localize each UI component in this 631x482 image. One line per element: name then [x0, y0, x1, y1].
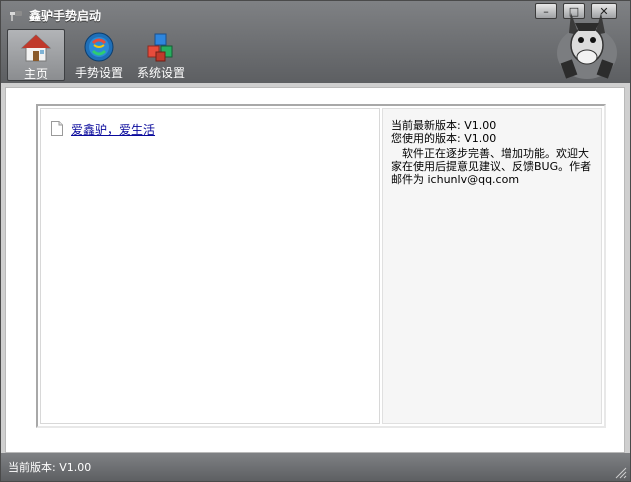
home-panel: 爱鑫驴，爱生活 当前最新版本: V1.00 您使用的版本: V1.00 软件正在…: [36, 104, 606, 428]
link-list: 爱鑫驴，爱生活: [40, 108, 380, 424]
mascot-donkey-icon: [557, 13, 617, 79]
latest-version-text: 当前最新版本: V1.00: [391, 119, 497, 132]
app-window: 鑫驴手势启动 – □ ✕ 主页 手势设置 系统设置 爱鑫驴，爱生活 当前最新版本…: [0, 0, 631, 482]
description-text: 软件正在逐步完善、增加功能。欢迎大家在使用后提意见建议、反馈BUG。作者邮件为 …: [391, 147, 592, 186]
home-icon: [20, 34, 52, 62]
app-logo-icon: [10, 11, 22, 21]
version-info: 当前最新版本: V1.00 您使用的版本: V1.00 软件正在逐步完善、增加功…: [382, 108, 602, 424]
status-bar: 当前版本: V1.00: [1, 453, 630, 481]
current-version-text: 您使用的版本: V1.00: [391, 132, 497, 145]
content-frame: 爱鑫驴，爱生活 当前最新版本: V1.00 您使用的版本: V1.00 软件正在…: [5, 87, 625, 453]
status-version-text: 当前版本: V1.00: [8, 461, 92, 474]
tab-home[interactable]: 主页: [7, 29, 65, 81]
tab-system-settings[interactable]: 系统设置: [133, 29, 189, 81]
gesture-settings-icon: [84, 32, 114, 62]
title-bar[interactable]: 鑫驴手势启动 – □ ✕: [1, 1, 630, 27]
window-title: 鑫驴手势启动: [29, 9, 102, 23]
homepage-link[interactable]: 爱鑫驴，爱生活: [71, 121, 155, 138]
tab-system-settings-label: 系统设置: [136, 66, 185, 80]
tab-gesture-settings-label: 手势设置: [74, 66, 123, 80]
toolbar: 主页 手势设置 系统设置: [1, 27, 630, 83]
tab-gesture-settings[interactable]: 手势设置: [71, 29, 127, 81]
resize-grip-icon[interactable]: [615, 467, 627, 479]
document-icon: [51, 121, 63, 136]
tab-home-label: 主页: [23, 67, 48, 81]
system-settings-icon: [147, 33, 173, 62]
